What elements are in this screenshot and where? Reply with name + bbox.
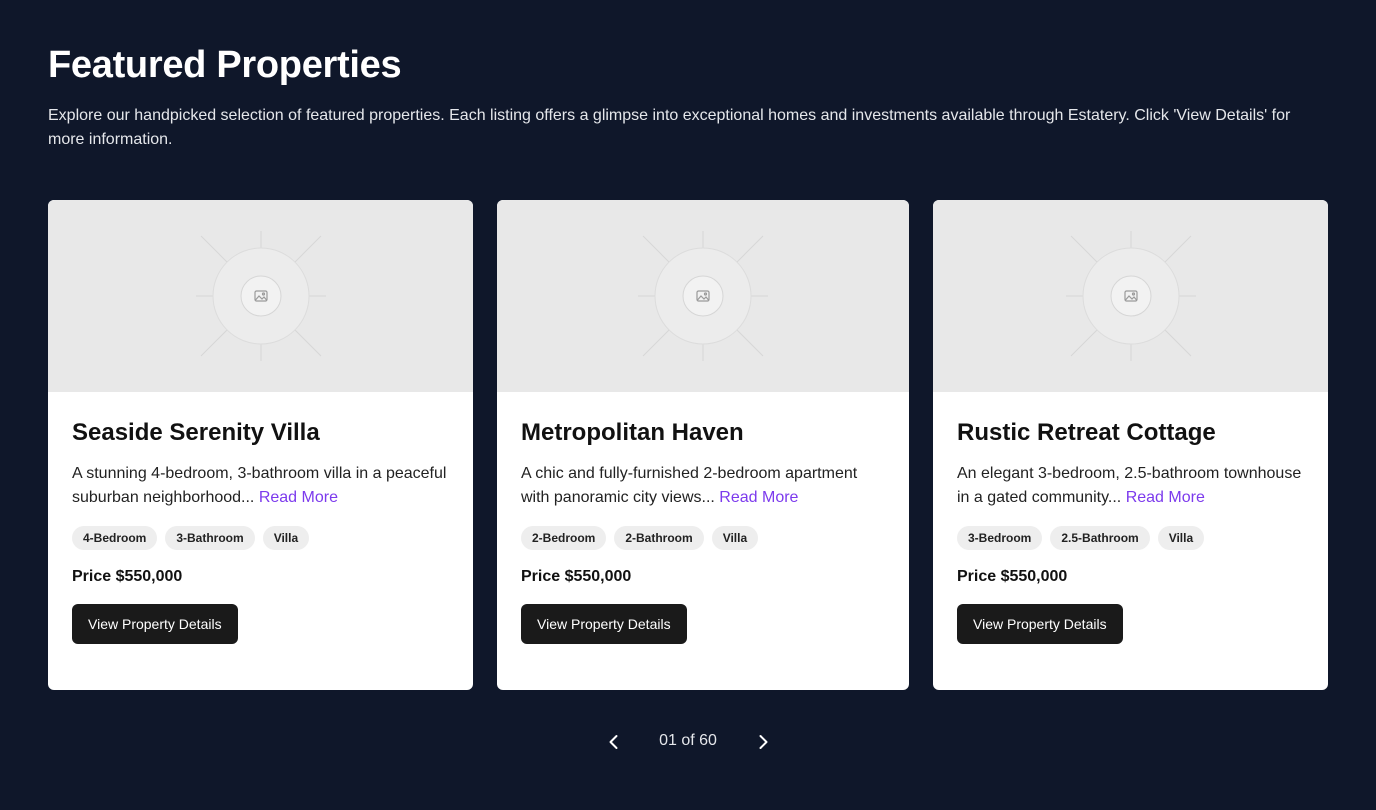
- tag-bedrooms: 4-Bedroom: [72, 526, 158, 550]
- tag-bedrooms: 3-Bedroom: [957, 526, 1043, 550]
- property-price: Price $550,000: [957, 568, 1068, 585]
- read-more-link[interactable]: Read More: [719, 489, 798, 506]
- view-property-details-button[interactable]: View Property Details: [72, 604, 238, 644]
- property-image-placeholder: [933, 200, 1328, 392]
- tag-bathrooms: 2-Bathroom: [614, 526, 704, 550]
- property-description: An elegant 3-bedroom, 2.5-bathroom townh…: [957, 465, 1302, 506]
- property-title: Metropolitan Haven: [521, 419, 744, 446]
- tag-bedrooms: 2-Bedroom: [521, 526, 607, 550]
- property-image-placeholder: [497, 200, 909, 392]
- property-description: A chic and fully-furnished 2-bedroom apa…: [521, 465, 858, 506]
- section-title: Featured Properties: [48, 44, 402, 86]
- chevron-right-icon: [759, 735, 768, 749]
- property-card[interactable]: Seaside Serenity Villa A stunning 4-bedr…: [48, 200, 473, 690]
- pagination: 01 of 60: [0, 728, 1376, 756]
- section-subtitle: Explore our handpicked selection of feat…: [48, 107, 1291, 148]
- property-tags: 4-Bedroom 3-Bathroom Villa: [72, 526, 449, 550]
- property-description: A stunning 4-bedroom, 3-bathroom villa i…: [72, 465, 447, 506]
- featured-properties-section: Featured Properties Explore our handpick…: [0, 0, 1376, 810]
- chevron-left-icon: [609, 735, 618, 749]
- property-title: Rustic Retreat Cottage: [957, 419, 1216, 446]
- view-property-details-button[interactable]: View Property Details: [957, 604, 1123, 644]
- tag-type: Villa: [1157, 526, 1205, 550]
- previous-page-button[interactable]: [600, 728, 628, 756]
- property-tags: 3-Bedroom 2.5-Bathroom Villa: [957, 526, 1304, 550]
- property-price: Price $550,000: [521, 568, 632, 585]
- tag-bathrooms: 3-Bathroom: [165, 526, 255, 550]
- tag-type: Villa: [262, 526, 310, 550]
- property-image-placeholder: [48, 200, 473, 392]
- property-tags: 2-Bedroom 2-Bathroom Villa: [521, 526, 885, 550]
- view-property-details-button[interactable]: View Property Details: [521, 604, 687, 644]
- image-placeholder-icon: [1065, 231, 1196, 361]
- read-more-link[interactable]: Read More: [259, 489, 338, 506]
- tag-bathrooms: 2.5-Bathroom: [1050, 526, 1150, 550]
- read-more-link[interactable]: Read More: [1126, 489, 1205, 506]
- property-price: Price $550,000: [72, 568, 183, 585]
- tag-type: Villa: [711, 526, 759, 550]
- property-title: Seaside Serenity Villa: [72, 419, 320, 446]
- property-card[interactable]: Metropolitan Haven A chic and fully-furn…: [497, 200, 909, 690]
- page-indicator: 01 of 60: [659, 732, 717, 749]
- image-placeholder-icon: [638, 231, 768, 361]
- property-card[interactable]: Rustic Retreat Cottage An elegant 3-bedr…: [933, 200, 1328, 690]
- next-page-button[interactable]: [749, 728, 777, 756]
- image-placeholder-icon: [195, 231, 326, 361]
